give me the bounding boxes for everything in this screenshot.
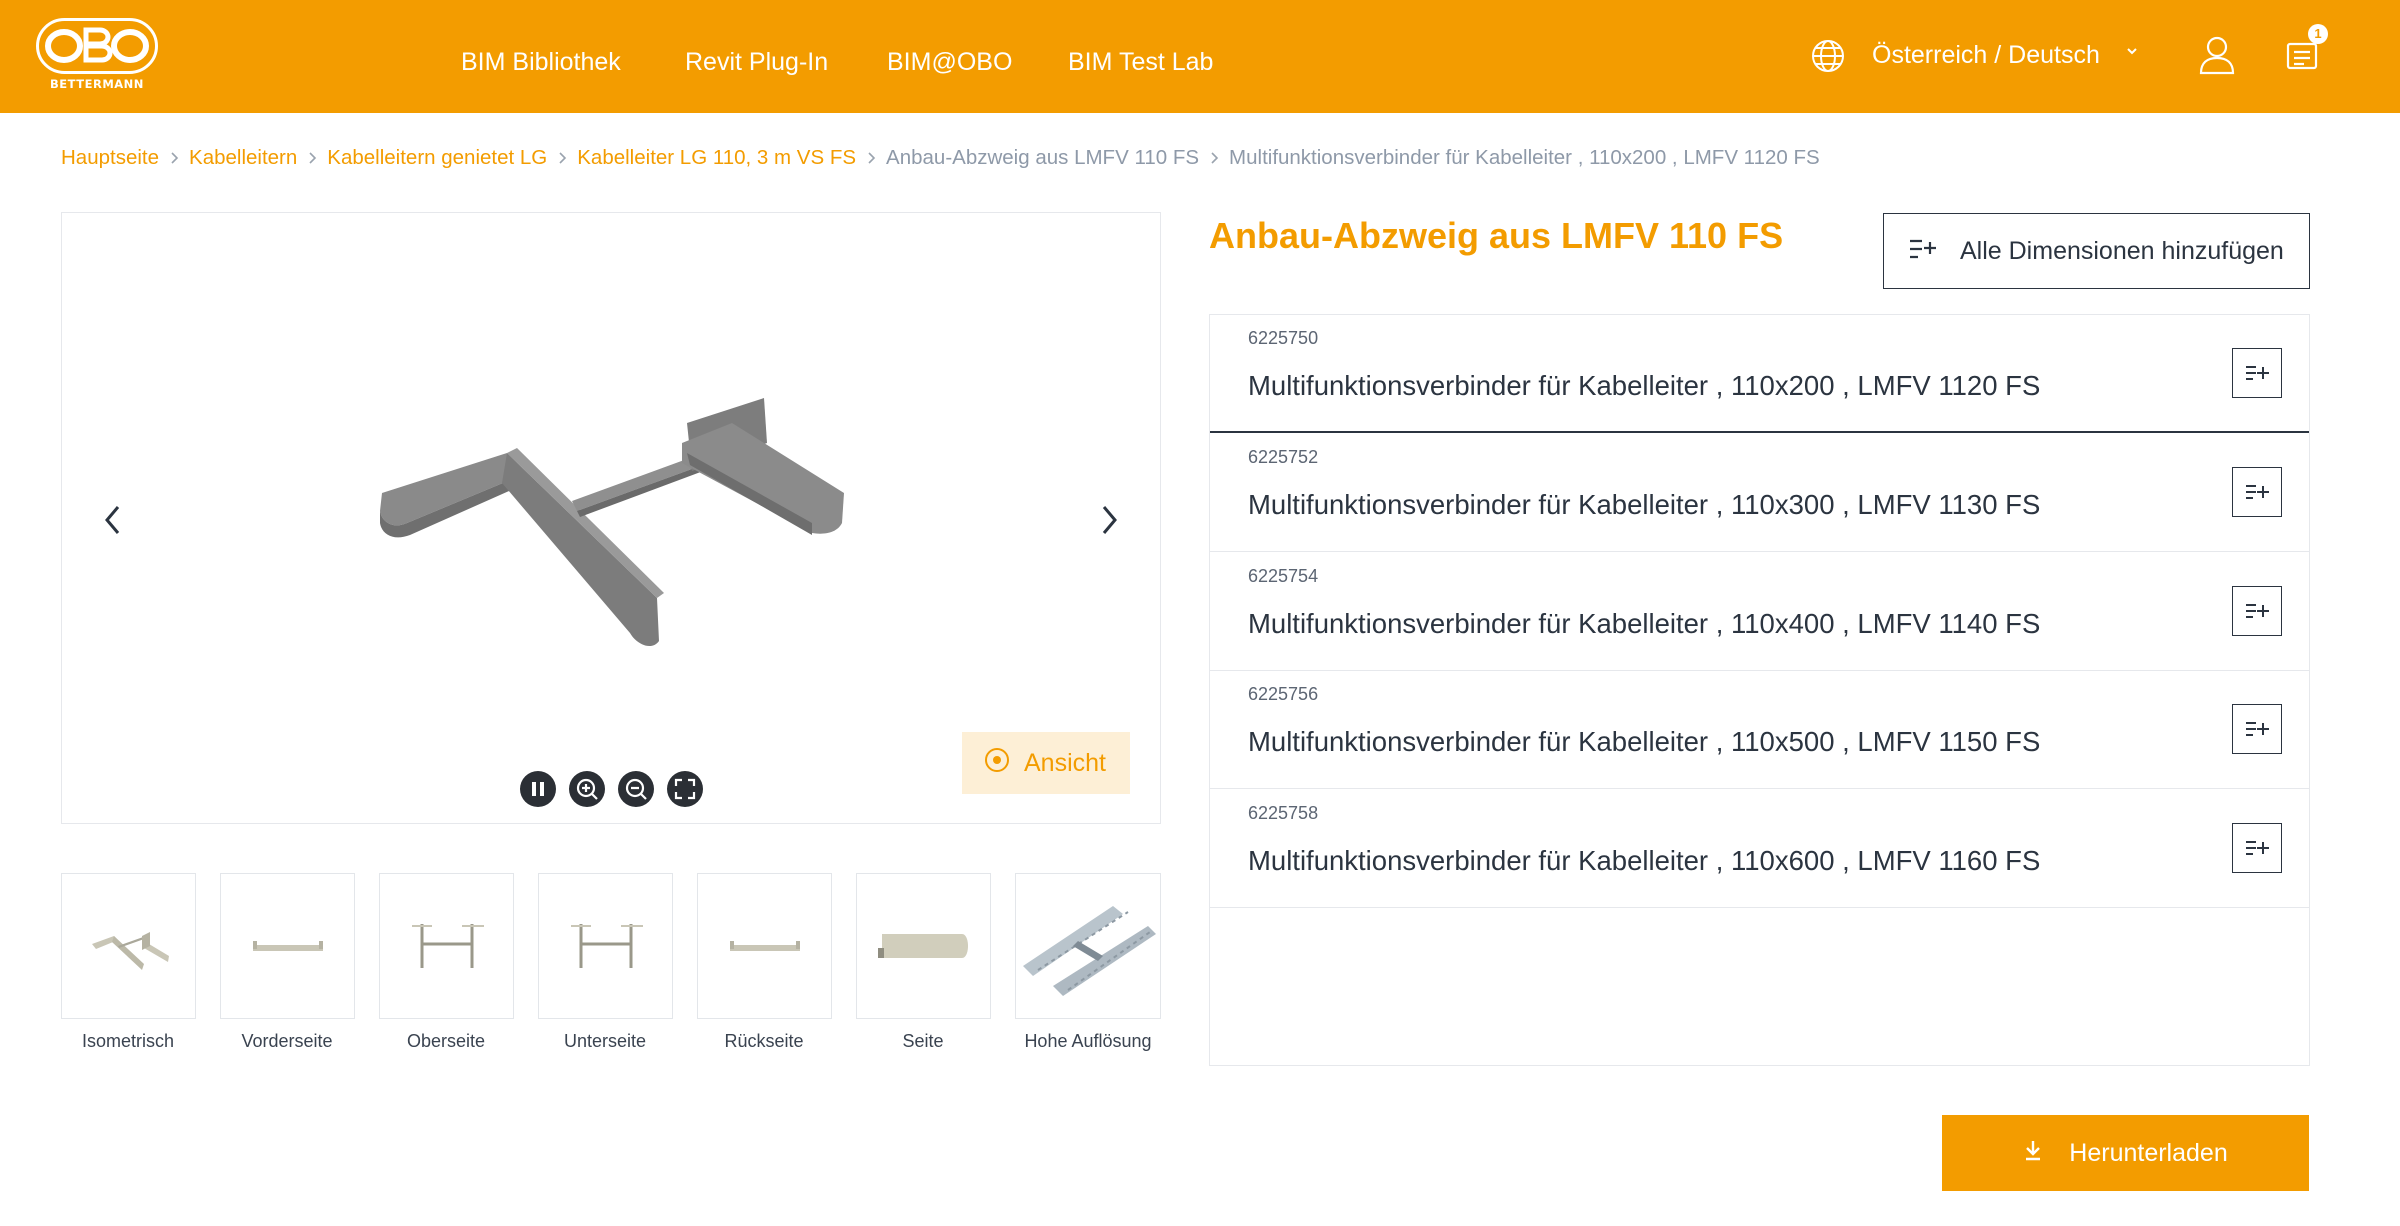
variant-name: Multifunktionsverbinder für Kabelleiter … — [1248, 726, 2041, 757]
chevron-right-icon — [547, 151, 577, 165]
list-cart-icon[interactable] — [2286, 40, 2320, 75]
variant-name: Multifunktionsverbinder für Kabelleiter … — [1248, 845, 2041, 876]
thumbnail-isometric[interactable] — [61, 873, 196, 1019]
breadcrumb-item[interactable]: Kabelleiter LG 110, 3 m VS FS — [577, 146, 856, 170]
nav-revit-plug-in[interactable]: Revit Plug-In — [685, 48, 828, 77]
thumbnail-label: Vorderseite — [241, 1031, 333, 1051]
variant-row[interactable]: 6225754 Multifunktionsverbinder für Kabe… — [1210, 553, 2309, 671]
thumbnail-label: Rückseite — [724, 1031, 804, 1051]
breadcrumb-item[interactable]: Kabelleitern genietet LG — [327, 146, 547, 170]
list-add-icon — [2246, 722, 2269, 736]
download-icon — [2023, 1139, 2043, 1168]
chevron-right-icon — [159, 151, 189, 165]
add-all-dimensions-button[interactable]: Alle Dimensionen hinzufügen — [1883, 213, 2310, 289]
breadcrumb: Hauptseite Kabelleitern Kabelleitern gen… — [61, 146, 1820, 170]
thumbnail-front[interactable] — [220, 873, 355, 1019]
thumbnail-image — [91, 932, 169, 970]
thumbnail-image — [570, 924, 643, 968]
list-add-icon — [2246, 366, 2269, 380]
fullscreen-icon[interactable] — [667, 771, 703, 807]
language-label: Österreich / Deutsch — [1872, 41, 2100, 69]
variant-name: Multifunktionsverbinder für Kabelleiter … — [1248, 370, 2041, 401]
variant-code: 6225756 — [1248, 684, 1319, 704]
product-3d-viewer[interactable]: Ansicht — [61, 212, 1161, 824]
zoom-out-icon[interactable] — [618, 771, 654, 807]
pause-icon[interactable] — [520, 771, 556, 807]
zoom-in-icon[interactable] — [569, 771, 605, 807]
logo-subtext: BETTERMANN — [50, 77, 144, 91]
thumbnail-bottom[interactable] — [538, 873, 673, 1019]
chevron-right-icon[interactable] — [1098, 503, 1120, 542]
nav-bim-test-lab[interactable]: BIM Test Lab — [1068, 48, 1213, 77]
breadcrumb-item[interactable]: Kabelleitern — [189, 146, 297, 170]
variant-row[interactable]: 6225756 Multifunktionsverbinder für Kabe… — [1210, 671, 2309, 789]
view-button-label: Ansicht — [1024, 748, 1106, 777]
thumbnail-image — [411, 924, 484, 968]
variant-row[interactable]: 6225752 Multifunktionsverbinder für Kabe… — [1210, 434, 2309, 552]
variant-code: 6225758 — [1248, 803, 1319, 823]
download-button[interactable]: Herunterladen — [1942, 1115, 2309, 1191]
obo-logo[interactable]: BETTERMANN — [36, 18, 158, 94]
user-icon[interactable] — [2199, 35, 2235, 80]
thumbnail-label: Hohe Auflösung — [1024, 1031, 1152, 1051]
variant-row[interactable]: 6225758 Multifunktionsverbinder für Kabe… — [1210, 790, 2309, 908]
thumbnail-image — [252, 941, 323, 951]
variant-list: 6225750 Multifunktionsverbinder für Kabe… — [1209, 314, 2310, 1066]
variant-name: Multifunktionsverbinder für Kabelleiter … — [1248, 608, 2041, 639]
list-add-icon — [1908, 238, 1938, 265]
thumbnail-back[interactable] — [697, 873, 832, 1019]
product-title: Anbau-Abzweig aus LMFV 110 FS — [1209, 215, 1784, 256]
obo-logo-mark — [36, 18, 158, 74]
variant-code: 6225754 — [1248, 566, 1319, 586]
top-navigation-bar: BETTERMANN BIM Bibliothek Revit Plug-In … — [0, 0, 2400, 113]
chevron-right-icon — [297, 151, 327, 165]
obo-view-icon — [984, 747, 1010, 780]
product-3d-model — [380, 398, 844, 647]
variant-name: Multifunktionsverbinder für Kabelleiter … — [1248, 489, 2041, 520]
add-to-list-button[interactable] — [2232, 823, 2282, 873]
nav-bim-at-obo[interactable]: BIM@OBO — [887, 48, 1012, 77]
breadcrumb-item[interactable]: Anbau-Abzweig aus LMFV 110 FS — [886, 146, 1199, 170]
add-all-dimensions-label: Alle Dimensionen hinzufügen — [1960, 236, 2284, 265]
list-add-icon — [2246, 485, 2269, 499]
list-add-icon — [2246, 604, 2269, 618]
view-button[interactable]: Ansicht — [962, 732, 1130, 794]
variant-code: 6225750 — [1248, 328, 1319, 348]
variant-code: 6225752 — [1248, 447, 1319, 467]
thumbnail-side[interactable] — [856, 873, 991, 1019]
breadcrumb-item[interactable]: Hauptseite — [61, 146, 159, 170]
chevron-down-icon — [2125, 44, 2139, 63]
nav-bim-bibliothek[interactable]: BIM Bibliothek — [461, 48, 621, 77]
chevron-left-icon[interactable] — [102, 503, 124, 542]
chevron-right-icon — [856, 151, 886, 165]
thumbnail-top[interactable] — [379, 873, 514, 1019]
thumbnail-image — [1023, 906, 1156, 996]
add-to-list-button[interactable] — [2232, 586, 2282, 636]
thumbnail-label: Unterseite — [563, 1031, 647, 1051]
thumbnail-high-resolution[interactable] — [1015, 873, 1161, 1019]
download-label: Herunterladen — [2069, 1138, 2228, 1167]
add-to-list-button[interactable] — [2232, 704, 2282, 754]
thumbnail-label: Oberseite — [406, 1031, 486, 1051]
chevron-right-icon — [1199, 151, 1229, 165]
thumbnail-image — [877, 934, 968, 958]
cart-count-badge: 1 — [2308, 24, 2328, 44]
thumbnail-label: Isometrisch — [81, 1031, 175, 1051]
thumbnail-label: Seite — [902, 1031, 944, 1051]
add-to-list-button[interactable] — [2232, 348, 2282, 398]
list-add-icon — [2246, 841, 2269, 855]
thumbnail-image — [729, 941, 800, 951]
globe-icon — [1810, 38, 1846, 79]
variant-row[interactable]: 6225750 Multifunktionsverbinder für Kabe… — [1210, 315, 2309, 433]
breadcrumb-current: Multifunktionsverbinder für Kabelleiter … — [1229, 146, 1820, 169]
add-to-list-button[interactable] — [2232, 467, 2282, 517]
